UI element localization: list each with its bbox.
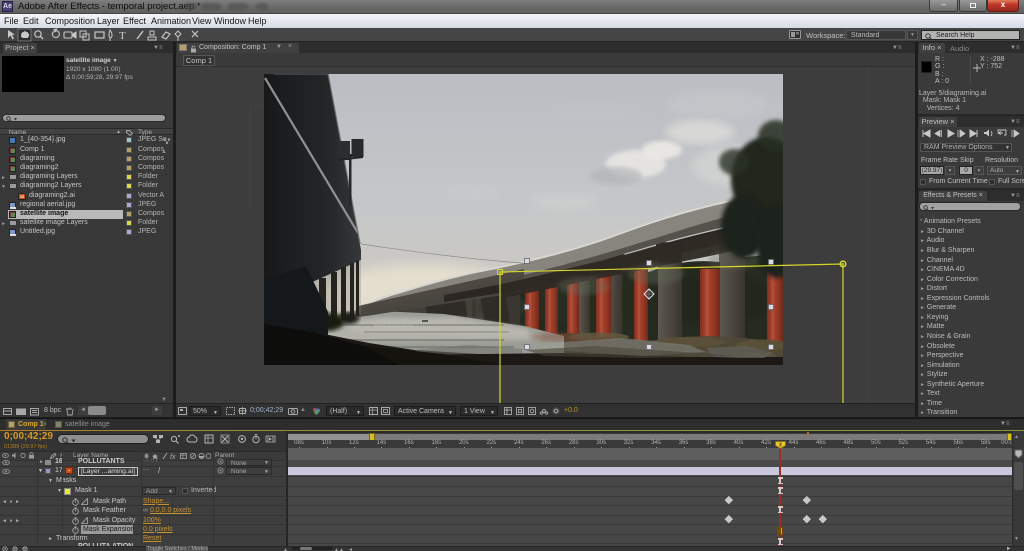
svg-text:T: T [119, 30, 126, 42]
